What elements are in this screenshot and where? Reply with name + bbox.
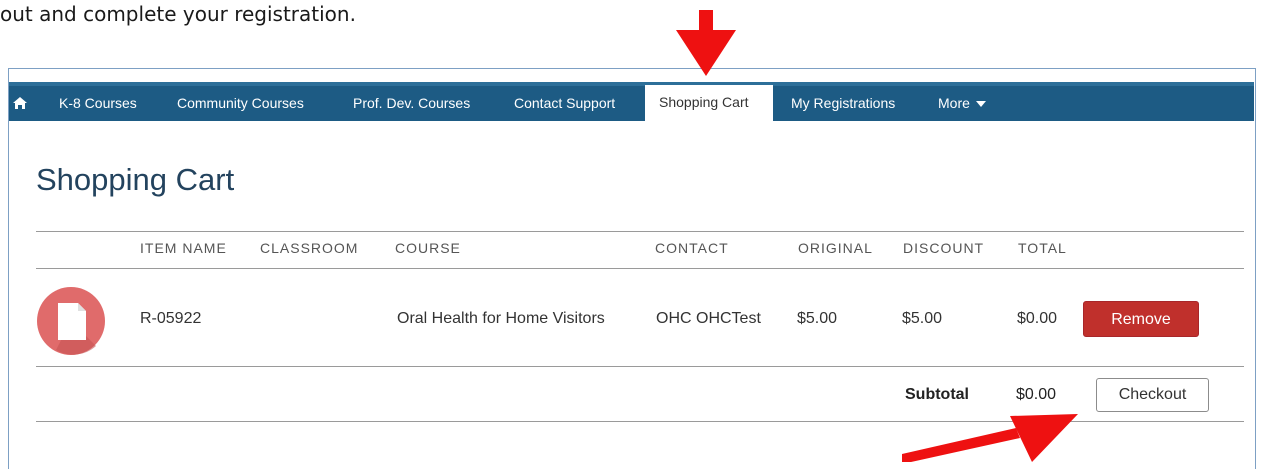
remove-button[interactable]: Remove	[1083, 301, 1199, 337]
nav-home[interactable]	[9, 86, 31, 121]
column-header-classroom: CLASSROOM	[260, 240, 359, 256]
item-name-value: R-05922	[140, 310, 202, 327]
annotation-arrow-diagonal-icon	[902, 414, 1078, 462]
column-header-course: COURSE	[395, 240, 461, 256]
caret-down-icon	[975, 101, 986, 108]
annotation-arrow-down-icon	[676, 10, 736, 76]
nav-my-registrations[interactable]: My Registrations	[779, 86, 907, 121]
original-price-value: $5.00	[797, 310, 838, 327]
total-value: $0.00	[1017, 310, 1058, 327]
column-header-original: ORIGINAL	[798, 240, 873, 256]
divider	[36, 366, 1244, 367]
nav-more[interactable]: More	[926, 86, 998, 121]
column-header-total: TOTAL	[1018, 240, 1067, 256]
subtotal-value: $0.00	[1016, 386, 1057, 403]
column-header-discount: DISCOUNT	[903, 240, 985, 256]
nav-k8-courses[interactable]: K-8 Courses	[47, 86, 149, 121]
column-header-item-name: ITEM NAME	[140, 240, 227, 256]
nav-contact-support[interactable]: Contact Support	[502, 86, 627, 121]
top-navbar: K-8 Courses Community Courses Prof. Dev.…	[9, 82, 1254, 125]
nav-community-courses[interactable]: Community Courses	[165, 86, 316, 121]
divider	[36, 231, 1244, 232]
divider	[36, 268, 1244, 269]
nav-prof-dev-courses[interactable]: Prof. Dev. Courses	[341, 86, 482, 121]
home-icon	[13, 97, 27, 109]
column-header-contact: CONTACT	[655, 240, 729, 256]
course-value: Oral Health for Home Visitors	[397, 310, 605, 327]
intro-text: out and complete your registration.	[0, 2, 356, 26]
contact-value: OHC OHCTest	[656, 310, 761, 327]
checkout-button[interactable]: Checkout	[1096, 378, 1209, 412]
nav-shopping-cart[interactable]: Shopping Cart	[645, 85, 773, 125]
page-title: Shopping Cart	[36, 162, 235, 197]
subtotal-label: Subtotal	[905, 386, 969, 403]
document-icon	[37, 287, 105, 355]
discount-value: $5.00	[902, 310, 943, 327]
